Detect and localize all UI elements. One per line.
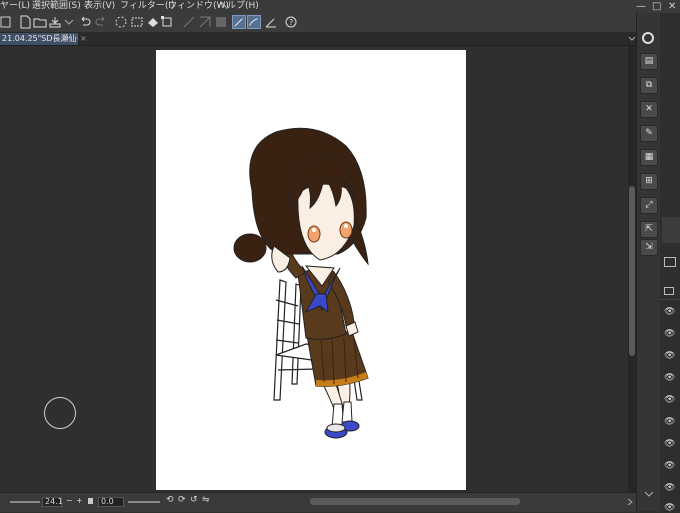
- brush-cursor-circle: [44, 397, 76, 429]
- ruler-tool-icon[interactable]: [264, 15, 278, 29]
- layer-property-button[interactable]: ▤: [640, 53, 658, 70]
- adjust-icon: ▦: [644, 152, 654, 162]
- menu-layer[interactable]: ヤー(L): [0, 0, 30, 13]
- layer-visibility-eye-icon[interactable]: 👁: [664, 374, 676, 383]
- maximize-button[interactable]: □: [652, 0, 661, 13]
- layer-visibility-eye-icon[interactable]: 👁: [664, 440, 676, 449]
- layer-thumbnail: [662, 217, 680, 243]
- canvas-vertical-scrollbar[interactable]: [628, 46, 636, 492]
- layer-visibility-eye-icon[interactable]: 👁: [664, 352, 676, 361]
- rotate-right-icon[interactable]: ⟳: [178, 495, 186, 505]
- tab-close-icon[interactable]: ×: [80, 34, 87, 43]
- dropdown-chevron-icon[interactable]: [62, 15, 76, 29]
- layer-folder-icon[interactable]: [664, 287, 674, 295]
- export-layer-button[interactable]: ⇱: [640, 221, 658, 238]
- save-icon[interactable]: [48, 15, 62, 29]
- rotate-slider-icon[interactable]: [128, 498, 160, 506]
- edit-icon: ✎: [645, 128, 653, 138]
- sidebar-collapse-chevron-icon[interactable]: [643, 489, 655, 499]
- chibi-character-illustration: [233, 127, 369, 439]
- menu-bar: ヤー(L) 選択範囲(S) 表示(V) フィルター(I) ウィンドウ(W) ヘル…: [0, 0, 680, 13]
- copy-icon: ⧉: [645, 80, 653, 90]
- flip-horizontal-icon[interactable]: ⇋: [202, 495, 210, 505]
- transform-icon[interactable]: [160, 15, 174, 29]
- layer-command-sidebar: ▤ ⧉ ✕ ✎ ▦ ⊞ ⤢ ⇱ ⇲: [636, 13, 662, 511]
- svg-text:?: ?: [289, 18, 293, 27]
- canvas-area[interactable]: [0, 46, 628, 492]
- open-file-icon[interactable]: [33, 15, 47, 29]
- resize-layer-button[interactable]: ⤢: [640, 197, 658, 214]
- layer-property-icon: ▤: [644, 56, 654, 66]
- status-bar: 24.1 − + 0.0 ⟲ ⟳ ↺ ⇋: [0, 492, 636, 512]
- import-icon: ⇲: [645, 242, 653, 252]
- resize-icon: ⤢: [645, 200, 653, 210]
- import-layer-button[interactable]: ⇲: [640, 239, 658, 256]
- layer-visibility-eye-icon[interactable]: 👁: [664, 484, 676, 493]
- delete-icon: ✕: [645, 104, 653, 114]
- menu-help[interactable]: ヘルプ(H): [218, 0, 259, 13]
- adjust-layer-button[interactable]: ▦: [640, 149, 658, 166]
- layer-mode-checkbox[interactable]: [664, 257, 676, 267]
- selection-icon[interactable]: [130, 15, 144, 29]
- layer-visibility-eye-icon[interactable]: 👁: [664, 396, 676, 405]
- undo-icon[interactable]: [78, 15, 92, 29]
- menu-view[interactable]: 表示(V): [84, 0, 115, 13]
- export-icon: ⇱: [645, 224, 653, 234]
- actual-size-icon[interactable]: [88, 498, 93, 504]
- snap-line-icon[interactable]: [232, 15, 246, 29]
- snap-off-icon[interactable]: [182, 15, 196, 29]
- snap-ruler-icon[interactable]: [214, 15, 228, 29]
- document-tab[interactable]: 21.04.25"SD長瀬仙子": [0, 33, 78, 45]
- fill-icon[interactable]: [146, 15, 160, 29]
- edit-layer-button[interactable]: ✎: [640, 125, 658, 142]
- close-window-button[interactable]: ✕: [668, 0, 676, 13]
- snap-special-icon[interactable]: [198, 15, 212, 29]
- zoom-in-button[interactable]: +: [76, 496, 83, 505]
- minimize-button[interactable]: —: [636, 0, 646, 13]
- navigator-icon[interactable]: [641, 31, 657, 45]
- command-bar: ?: [0, 13, 680, 33]
- merge-layer-button[interactable]: ⊞: [640, 173, 658, 190]
- snap-curve-icon[interactable]: [247, 15, 261, 29]
- rotate-left-icon[interactable]: ⟲: [166, 495, 174, 505]
- panel-toggle-icon[interactable]: [0, 15, 12, 29]
- new-document-icon[interactable]: [18, 15, 32, 29]
- layer-visibility-eye-icon[interactable]: 👁: [664, 330, 676, 339]
- vertical-scroll-thumb[interactable]: [629, 186, 635, 356]
- redo-icon[interactable]: [94, 15, 108, 29]
- scroll-right-chevron-icon[interactable]: [626, 498, 634, 506]
- layer-divider: [660, 299, 680, 300]
- tab-scroll-chevron-icon[interactable]: [628, 35, 636, 43]
- layer-visibility-eye-icon[interactable]: 👁: [664, 308, 676, 317]
- canvas-paper[interactable]: [156, 50, 466, 490]
- zoom-out-button[interactable]: −: [66, 496, 73, 505]
- copy-layer-button[interactable]: ⧉: [640, 77, 658, 94]
- menu-filter[interactable]: フィルター(I): [120, 0, 175, 13]
- delete-layer-button[interactable]: ✕: [640, 101, 658, 118]
- zoom-value[interactable]: 24.1: [42, 497, 63, 507]
- layer-panel: 👁 👁 👁 👁 👁 👁 👁 👁 👁 👁: [660, 13, 680, 513]
- layer-visibility-eye-icon[interactable]: 👁: [664, 462, 676, 471]
- zoom-slider-icon[interactable]: [10, 498, 40, 506]
- menu-selection[interactable]: 選択範囲(S): [32, 0, 81, 13]
- help-icon[interactable]: ?: [284, 15, 298, 29]
- document-tab-bar: 21.04.25"SD長瀬仙子" ×: [0, 32, 636, 46]
- merge-icon: ⊞: [645, 176, 653, 186]
- reset-rotation-icon[interactable]: ↺: [190, 495, 198, 505]
- horizontal-scroll-thumb[interactable]: [310, 498, 520, 505]
- loading-icon[interactable]: [114, 15, 128, 29]
- angle-value[interactable]: 0.0: [98, 497, 124, 507]
- layer-visibility-eye-icon[interactable]: 👁: [664, 418, 676, 427]
